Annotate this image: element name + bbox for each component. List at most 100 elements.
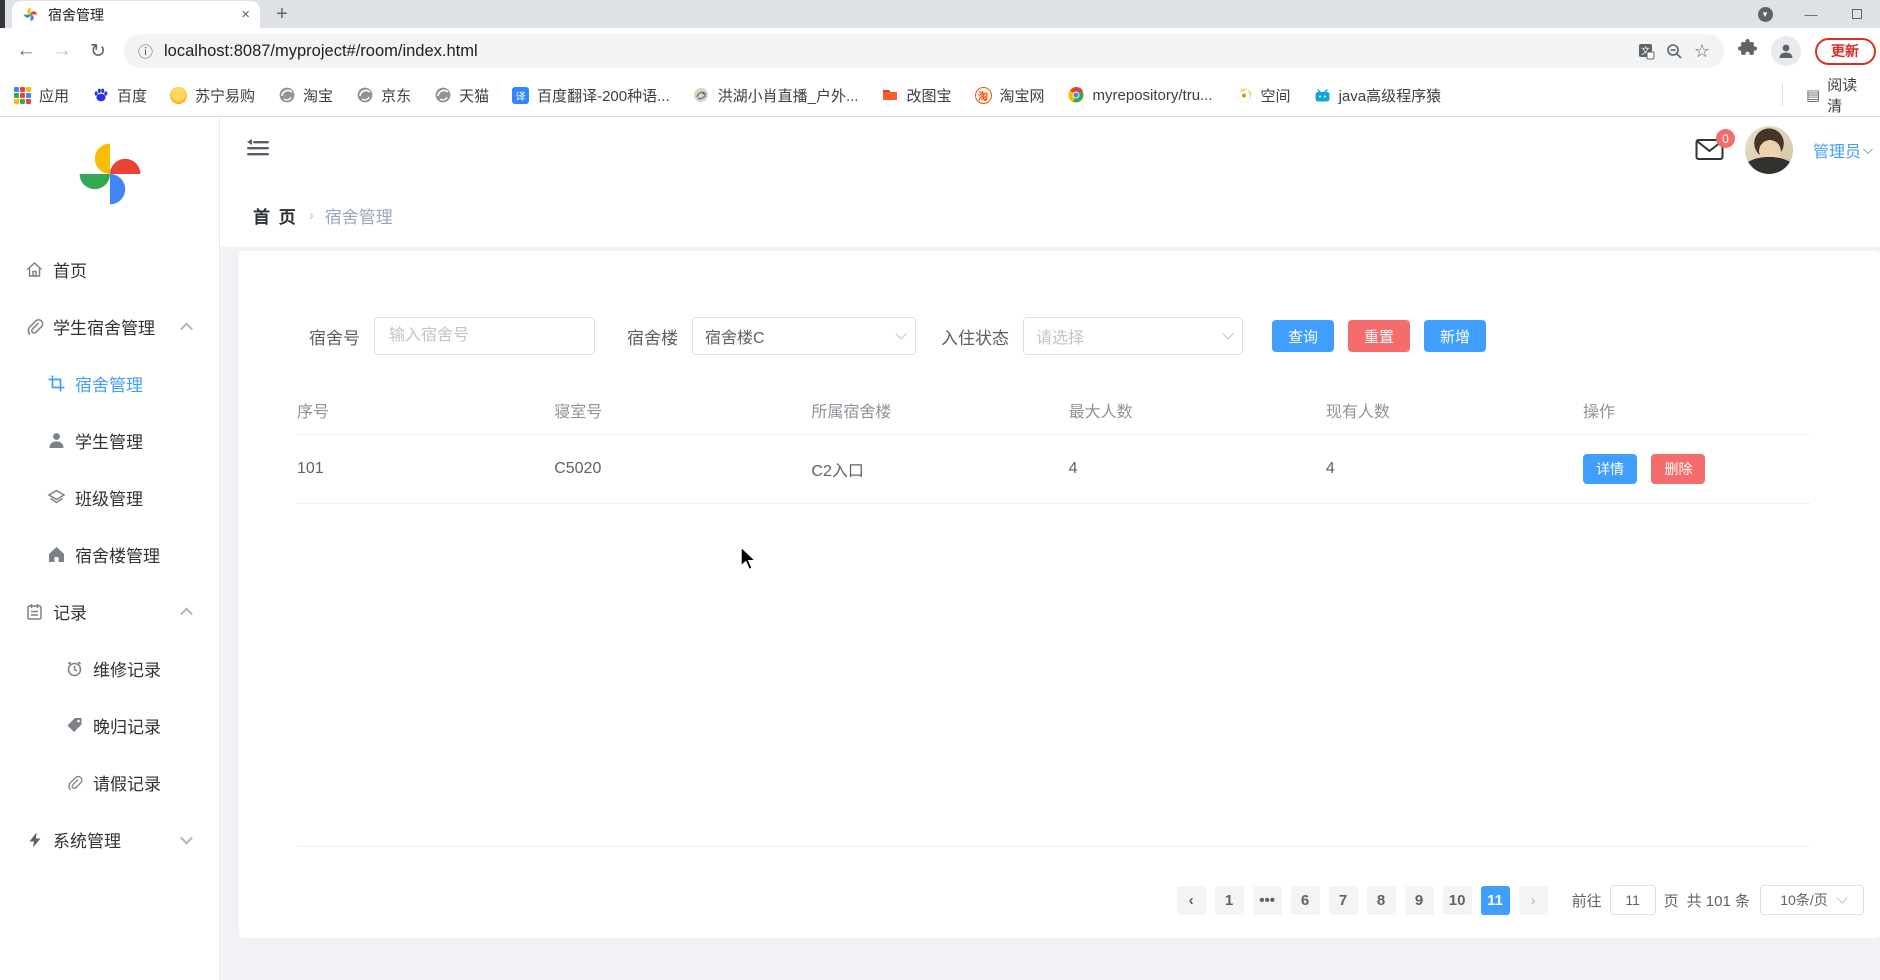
page-button-7[interactable]: 7 xyxy=(1329,886,1358,915)
pinwheel-favicon xyxy=(22,6,39,23)
apps-grid-icon xyxy=(14,87,31,104)
bookmark-baidu[interactable]: 百度 xyxy=(92,85,147,106)
breadcrumb-separator: › xyxy=(309,207,314,224)
url-text[interactable]: localhost:8087/myproject#/room/index.htm… xyxy=(164,42,478,61)
messages-button[interactable]: 0 xyxy=(1695,138,1725,162)
reading-list-button[interactable]: ▤ 阅读清 xyxy=(1806,74,1870,116)
sidebar-item-student-management[interactable]: 学生管理 xyxy=(0,412,219,469)
prev-page-button[interactable]: ‹ xyxy=(1177,886,1206,915)
message-count-badge: 0 xyxy=(1716,129,1735,148)
qzone-icon xyxy=(1236,87,1253,104)
site-info-icon[interactable]: ⓘ xyxy=(138,41,153,62)
bookmark-live[interactable]: 洪湖小肖直播_户外... xyxy=(693,85,859,106)
reset-button[interactable]: 重置 xyxy=(1348,320,1410,352)
tab-close-icon[interactable]: × xyxy=(241,7,250,22)
page-button-8[interactable]: 8 xyxy=(1367,886,1396,915)
bookmark-tmall[interactable]: 天猫 xyxy=(434,85,489,106)
notebook-icon xyxy=(24,601,45,622)
bookmark-label: java高级程序猿 xyxy=(1339,85,1442,106)
address-bar[interactable]: ⓘ localhost:8087/myproject#/room/index.h… xyxy=(124,34,1724,68)
bookmark-qzone[interactable]: 空间 xyxy=(1236,85,1291,106)
reading-list-label: 阅读清 xyxy=(1827,74,1870,116)
bookmark-apps[interactable]: 应用 xyxy=(14,85,69,106)
cell-building: C2入口 xyxy=(811,435,1068,504)
cell-current: 4 xyxy=(1326,435,1583,504)
add-button[interactable]: 新增 xyxy=(1424,320,1486,352)
sidebar-item-label: 晚归记录 xyxy=(93,713,161,738)
content-card: 宿舍号 宿舍楼 宿舍楼C 入住状态 请选择 查询 xyxy=(239,251,1880,938)
collapse-menu-icon[interactable] xyxy=(246,137,272,164)
user-icon xyxy=(46,430,67,451)
chevron-down-icon: ▾ xyxy=(1758,7,1773,22)
toolbar-right: 更新 xyxy=(1732,36,1872,66)
home-filled-icon xyxy=(46,544,67,565)
content-area: 宿舍号 宿舍楼 宿舍楼C 入住状态 请选择 查询 xyxy=(220,247,1880,980)
page-size-select[interactable]: 10条/页 xyxy=(1760,885,1864,915)
next-page-button[interactable]: › xyxy=(1519,886,1548,915)
col-seq: 序号 xyxy=(297,389,554,435)
sidebar-item-dorm-management[interactable]: 宿舍管理 xyxy=(0,355,219,412)
bookmark-myrepository[interactable]: myrepository/tru... xyxy=(1068,87,1213,104)
bookmark-taobao[interactable]: 淘宝 xyxy=(278,85,333,106)
bookmark-suning[interactable]: 苏宁易购 xyxy=(170,85,255,106)
user-menu[interactable]: 管理员 xyxy=(1813,138,1870,162)
sidebar-group-records[interactable]: 记录 xyxy=(0,583,219,640)
bookmark-taobao-web[interactable]: 淘 淘宝网 xyxy=(975,85,1045,106)
breadcrumb-home[interactable]: 首 页 xyxy=(253,203,298,228)
sidebar-item-repair-records[interactable]: 维修记录 xyxy=(0,640,219,697)
new-tab-button[interactable]: + xyxy=(268,0,296,28)
bookmark-label: 百度 xyxy=(117,85,147,106)
sidebar-item-label: 首页 xyxy=(53,257,87,282)
occupancy-status-select[interactable]: 请选择 xyxy=(1023,317,1243,355)
browser-toolbar: ← → ↻ ⓘ localhost:8087/myproject#/room/i… xyxy=(0,28,1880,74)
chrome-update-button[interactable]: 更新 xyxy=(1815,38,1876,65)
bookmark-label: myrepository/tru... xyxy=(1093,87,1213,104)
back-button[interactable]: ← xyxy=(8,33,44,69)
reload-button[interactable]: ↻ xyxy=(80,33,116,69)
tab-search-button[interactable]: ▾ xyxy=(1742,0,1788,28)
building-select[interactable]: 宿舍楼C xyxy=(692,317,916,355)
user-avatar[interactable] xyxy=(1745,126,1793,174)
zoom-out-icon[interactable] xyxy=(1666,43,1683,60)
sidebar-item-building-management[interactable]: 宿舍楼管理 xyxy=(0,526,219,583)
page-button-11-active[interactable]: 11 xyxy=(1481,886,1510,915)
page-button-1[interactable]: 1 xyxy=(1215,886,1244,915)
paperclip-icon xyxy=(24,316,45,337)
bookmark-star-icon[interactable]: ☆ xyxy=(1694,41,1710,62)
extensions-puzzle-icon[interactable] xyxy=(1738,39,1757,63)
sidebar-item-home[interactable]: 首页 xyxy=(0,241,219,298)
bookmarks-bar: 应用 百度 苏宁易购 淘宝 京东 天猫 译 百度翻译-200种语... xyxy=(0,74,1880,117)
search-button[interactable]: 查询 xyxy=(1272,320,1334,352)
breadcrumb: 首 页 › 宿舍管理 xyxy=(220,183,1880,247)
page-button-6[interactable]: 6 xyxy=(1291,886,1320,915)
bookmark-label: 天猫 xyxy=(459,85,489,106)
bookmark-java[interactable]: java高级程序猿 xyxy=(1314,85,1442,106)
browser-tab[interactable]: 宿舍管理 × xyxy=(12,1,260,28)
minimize-button[interactable]: — xyxy=(1788,0,1834,28)
delete-button[interactable]: 删除 xyxy=(1651,454,1705,484)
translate-icon[interactable]: 文 xyxy=(1638,43,1655,60)
bookmark-baidu-translate[interactable]: 译 百度翻译-200种语... xyxy=(512,85,670,106)
sidebar-item-label: 宿舍管理 xyxy=(75,371,143,396)
goto-page-input[interactable] xyxy=(1610,885,1656,915)
table-header-row: 序号 寝室号 所属宿舍楼 最大人数 现有人数 操作 xyxy=(297,389,1810,435)
sidebar-item-class-management[interactable]: 班级管理 xyxy=(0,469,219,526)
room-number-input[interactable] xyxy=(374,317,595,355)
profile-avatar-icon[interactable] xyxy=(1771,36,1801,66)
breadcrumb-current: 宿舍管理 xyxy=(325,203,393,228)
bookmark-jd[interactable]: 京东 xyxy=(356,85,411,106)
page-ellipsis[interactable]: ••• xyxy=(1253,886,1282,915)
forward-button[interactable]: → xyxy=(44,33,80,69)
bookmark-gaitubao[interactable]: 改图宝 xyxy=(881,85,951,106)
page-button-10[interactable]: 10 xyxy=(1443,886,1472,915)
rooms-table: 序号 寝室号 所属宿舍楼 最大人数 现有人数 操作 101 C5 xyxy=(297,389,1810,504)
maximize-button[interactable] xyxy=(1834,0,1880,28)
bookmark-label: 洪湖小肖直播_户外... xyxy=(718,85,859,106)
sidebar-group-system-management[interactable]: 系统管理 xyxy=(0,811,219,868)
pagination: ‹ 1 ••• 6 7 8 9 10 11 › 前往 页共 101 条 xyxy=(239,885,1880,915)
page-button-9[interactable]: 9 xyxy=(1405,886,1434,915)
sidebar-item-late-return-records[interactable]: 晚归记录 xyxy=(0,697,219,754)
detail-button[interactable]: 详情 xyxy=(1583,454,1637,484)
sidebar-item-leave-records[interactable]: 请假记录 xyxy=(0,754,219,811)
sidebar-group-dorm-management[interactable]: 学生宿舍管理 xyxy=(0,298,219,355)
